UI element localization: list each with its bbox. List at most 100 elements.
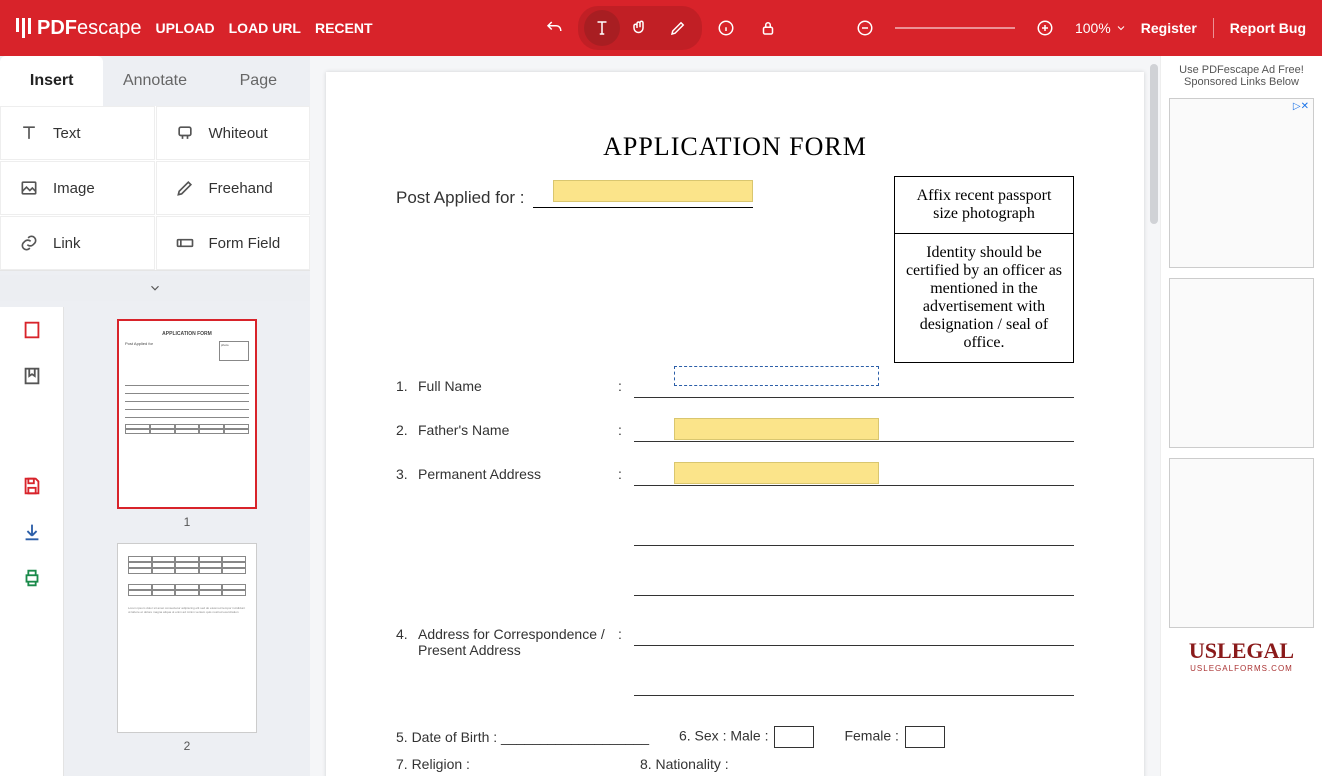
ad-1[interactable]: ▷✕ [1169, 98, 1314, 268]
logo-bars-icon [16, 18, 31, 38]
insert-link[interactable]: Link [0, 216, 155, 270]
download-icon[interactable] [21, 521, 43, 543]
left-tabs: Insert Annotate Page [0, 56, 310, 106]
zoom-in-button[interactable] [1027, 10, 1063, 46]
r1-colon: : [618, 378, 634, 394]
r1-line [634, 378, 1074, 398]
full-name-field[interactable] [674, 366, 879, 386]
thumb-2-label: 2 [84, 739, 290, 753]
r1-num: 1. [396, 378, 418, 394]
page-thumbnail-2[interactable]: Lorem ipsum dolor sit amet consectetur a… [117, 543, 257, 733]
plus-circle-icon [1036, 19, 1054, 37]
adchoices-icon: ▷✕ [1293, 101, 1309, 112]
r4-label: Address for Correspondence /Present Addr… [418, 626, 618, 658]
r4-line1 [634, 626, 1074, 646]
r3-colon: : [618, 466, 634, 482]
tab-annotate[interactable]: Annotate [103, 56, 206, 106]
post-applied-field[interactable] [553, 180, 753, 202]
lock-button[interactable] [750, 10, 786, 46]
r2-num: 2. [396, 422, 418, 438]
logo-escape: escape [77, 17, 142, 39]
whiteout-icon [175, 123, 195, 143]
report-bug-link[interactable]: Report Bug [1230, 20, 1306, 36]
post-applied-label: Post Applied for : [396, 188, 525, 208]
thumb-1-label: 1 [84, 515, 290, 529]
insert-text[interactable]: Text [0, 106, 155, 160]
link-icon [19, 233, 39, 253]
r4-num: 4. [396, 626, 418, 642]
freehand-icon [175, 178, 195, 198]
page-scrollbar[interactable] [1150, 64, 1158, 224]
save-icon[interactable] [21, 475, 43, 497]
chevron-down-icon [1115, 22, 1127, 34]
page-thumbnail-1[interactable]: APPLICATION FORM Post Applied forphoto [117, 319, 257, 509]
undo-button[interactable] [536, 10, 572, 46]
nav-upload[interactable]: UPLOAD [156, 20, 215, 36]
r2-label: Father's Name [418, 422, 618, 438]
photo-top-text: Affix recent passport size photograph [895, 177, 1073, 234]
insert-freehand[interactable]: Freehand [156, 161, 311, 215]
ad-3[interactable] [1169, 458, 1314, 628]
uslegal-logo[interactable]: USLEGAL [1167, 638, 1316, 664]
fathers-name-field[interactable] [674, 418, 879, 440]
r3-line2 [634, 526, 1074, 546]
document-page[interactable]: APPLICATION FORM Post Applied for : Affi… [326, 72, 1144, 776]
logo-pdf: PDF [37, 17, 77, 39]
bookmarks-icon[interactable] [21, 365, 43, 387]
zoom-slider[interactable] [895, 27, 1015, 29]
tab-insert[interactable]: Insert [0, 56, 103, 106]
pencil-icon [669, 19, 687, 37]
r1-label: Full Name [418, 378, 618, 394]
ad-header-1: Use PDFescape Ad Free! [1167, 64, 1316, 76]
form-field-icon [175, 233, 195, 253]
nav-load-url[interactable]: LOAD URL [229, 20, 301, 36]
insert-whiteout[interactable]: Whiteout [156, 106, 311, 160]
r3-line3 [634, 576, 1074, 596]
insert-image[interactable]: Image [0, 161, 155, 215]
hand-icon [631, 19, 649, 37]
mode-toolbar [578, 6, 702, 50]
info-button[interactable] [708, 10, 744, 46]
image-icon [19, 178, 39, 198]
pan-tool-button[interactable] [622, 10, 658, 46]
register-link[interactable]: Register [1141, 20, 1197, 36]
ad-header-2: Sponsored Links Below [1167, 76, 1316, 88]
male-box[interactable] [774, 726, 814, 748]
info-icon [717, 19, 735, 37]
undo-icon [545, 19, 563, 37]
expand-tools[interactable] [0, 275, 310, 301]
print-icon[interactable] [21, 567, 43, 589]
text-icon [19, 123, 39, 143]
r3-label: Permanent Address [418, 466, 618, 482]
perm-address-field[interactable] [674, 462, 879, 484]
r4-line2 [634, 676, 1074, 696]
zoom-out-button[interactable] [847, 10, 883, 46]
r4-colon: : [618, 626, 634, 642]
doc-title: APPLICATION FORM [396, 132, 1074, 162]
female-box[interactable] [905, 726, 945, 748]
r3-num: 3. [396, 466, 418, 482]
insert-form-field[interactable]: Form Field [156, 216, 311, 270]
divider [1213, 18, 1214, 38]
photo-box: Affix recent passport size photograph Id… [894, 176, 1074, 363]
photo-bottom-text: Identity should be certified by an offic… [895, 234, 1073, 362]
dob-label: 5. Date of Birth : ___________________ [396, 729, 649, 745]
app-logo[interactable]: PDFescape [16, 17, 142, 40]
zoom-percent[interactable]: 100% [1075, 20, 1127, 36]
text-cursor-icon [593, 19, 611, 37]
r2-line [634, 422, 1074, 442]
r3-line1 [634, 466, 1074, 486]
pages-view-icon[interactable] [21, 319, 43, 341]
uslegal-sub: USLEGALFORMS.COM [1167, 664, 1316, 673]
draw-tool-button[interactable] [660, 10, 696, 46]
text-tool-button[interactable] [584, 10, 620, 46]
lock-icon [759, 19, 777, 37]
sex-male-label: 6. Sex : Male : [679, 728, 768, 744]
tab-page[interactable]: Page [207, 56, 310, 106]
nav-recent[interactable]: RECENT [315, 20, 373, 36]
r2-colon: : [618, 422, 634, 438]
religion-label: 7. Religion : [396, 756, 470, 772]
chevron-down-icon [148, 281, 162, 295]
ad-2[interactable] [1169, 278, 1314, 448]
post-applied-line [533, 186, 753, 208]
